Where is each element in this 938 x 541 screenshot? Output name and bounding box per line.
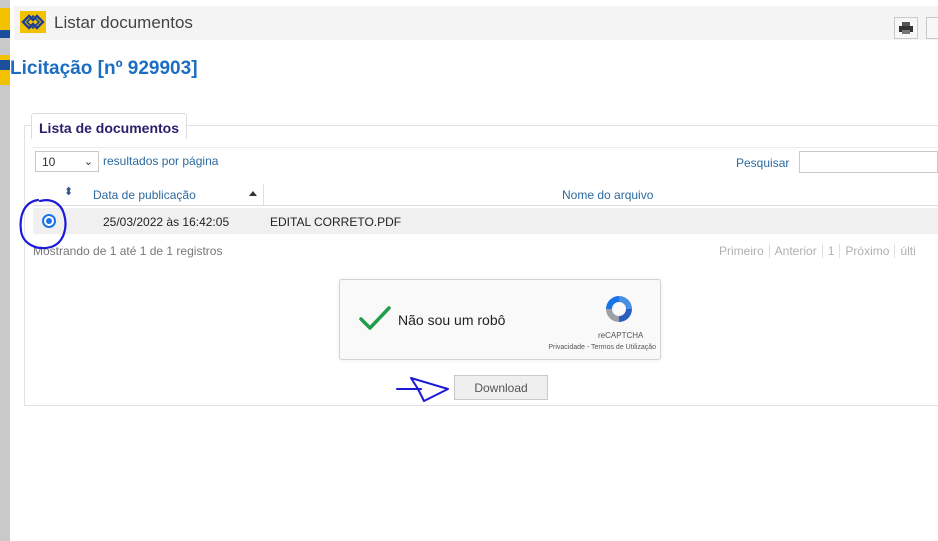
search-label: Pesquisar [736, 156, 790, 170]
table-row[interactable]: 25/03/2022 às 16:42:05 EDITAL CORRETO.PD… [33, 208, 938, 234]
download-button[interactable]: Download [454, 375, 548, 400]
panel-tab-documents[interactable]: Lista de documentos [31, 113, 188, 139]
chevron-down-icon: ⌄ [83, 156, 93, 168]
table-controls: 10 ⌄ resultados por página Pesquisar [33, 147, 938, 175]
print-button[interactable] [894, 17, 918, 39]
secondary-toolbar-button[interactable] [926, 17, 938, 39]
recaptcha-label: Não sou um robô [398, 312, 506, 328]
sort-both-icon[interactable]: ⬍ [64, 185, 73, 198]
recaptcha-terms-link[interactable]: Privacidade - Termos de Utilização [516, 344, 656, 351]
pagination: Primeiro Anterior 1 Próximo últi [714, 244, 921, 258]
page-length-select[interactable]: 10 ⌄ [35, 151, 99, 172]
page: Listar documentos Licitação [nº 929903] … [0, 0, 938, 541]
recaptcha-brand: reCAPTCHA [598, 331, 644, 340]
pagination-last[interactable]: últi [894, 244, 920, 258]
search-input[interactable] [799, 151, 938, 173]
table-info: Mostrando de 1 até 1 de 1 registros [33, 244, 223, 258]
pagination-page-1[interactable]: 1 [821, 244, 840, 258]
pagination-previous[interactable]: Anterior [768, 244, 822, 258]
pagination-next[interactable]: Próximo [839, 244, 894, 258]
banco-do-brasil-logo-icon [20, 11, 46, 33]
printer-icon [899, 22, 913, 34]
column-header-date[interactable]: Data de publicação [93, 188, 196, 202]
left-frame-strip [0, 0, 10, 541]
recaptcha-logo-icon [606, 296, 632, 322]
page-length-label: resultados por página [103, 154, 219, 168]
checkmark-icon[interactable] [358, 304, 392, 332]
pagination-first[interactable]: Primeiro [714, 244, 769, 258]
window-title: Listar documentos [54, 13, 193, 32]
table-header: ⬍ Data de publicação Nome do arquivo [33, 184, 938, 206]
recaptcha-widget: Não sou um robô reCAPTCHA Privacidade - … [339, 279, 661, 360]
cell-publication-date: 25/03/2022 às 16:42:05 [103, 215, 230, 229]
sort-ascending-icon [249, 191, 257, 196]
row-select-radio[interactable] [42, 214, 56, 228]
cell-file-name: EDITAL CORRETO.PDF [270, 215, 402, 229]
page-title: Licitação [nº 929903] [10, 58, 198, 79]
page-length-value: 10 [42, 154, 56, 169]
column-header-filename[interactable]: Nome do arquivo [562, 188, 653, 202]
